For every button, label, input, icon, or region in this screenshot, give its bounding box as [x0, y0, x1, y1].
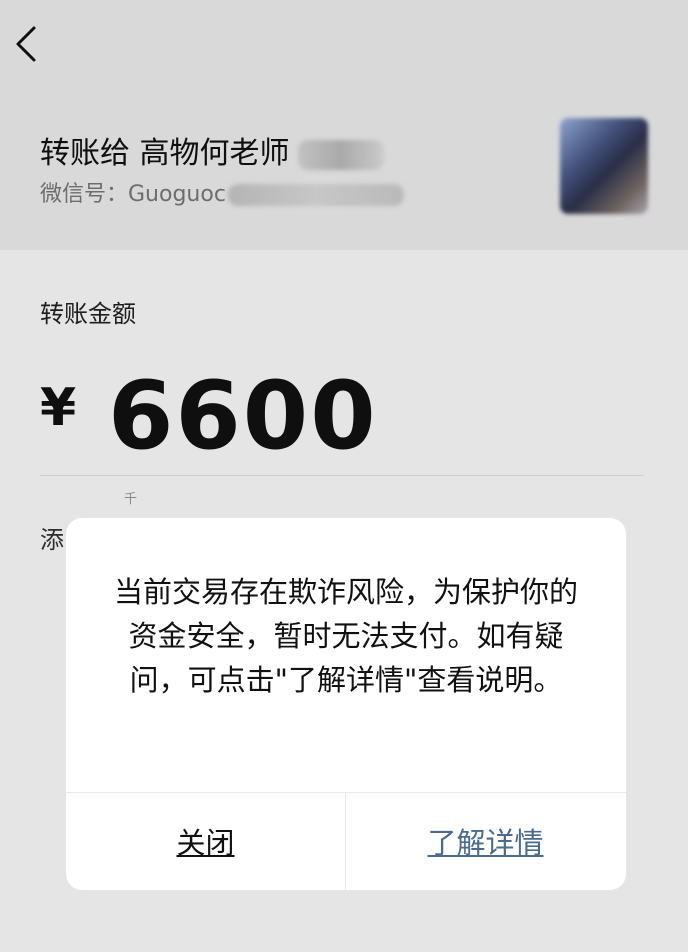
close-button[interactable]: 关闭 — [66, 792, 345, 890]
dialog-message: 当前交易存在欺诈风险，为保护你的资金安全，暂时无法支付。如有疑问，可点击"了解详… — [113, 575, 578, 697]
fraud-warning-dialog: 当前交易存在欺诈风险，为保护你的资金安全，暂时无法支付。如有疑问，可点击"了解详… — [66, 518, 626, 890]
learn-details-button[interactable]: 了解详情 — [346, 792, 625, 890]
